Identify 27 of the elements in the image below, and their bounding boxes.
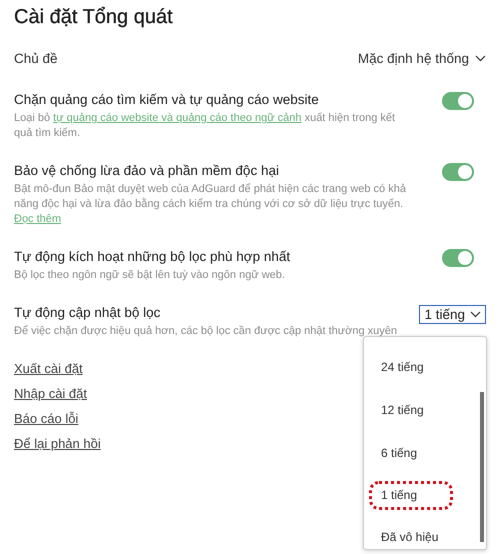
toggle-switch[interactable] <box>442 249 474 267</box>
page-title: Cài đặt Tổng quát <box>14 6 174 29</box>
toggle-switch[interactable] <box>442 92 474 110</box>
setting-label: Tự động cập nhật bộ lọc <box>14 305 162 320</box>
setting-label: Bảo vệ chống lừa đảo và phần mềm độc hại <box>14 163 280 178</box>
setting-description: Bật mô-đun Bảo mật duyệt web của AdGuard để phát hiện các trang web có khả năng độc hại và lừa đảo bằng cách kiểm tra chúng với cơ sở dữ liệu trực tuyến. Đọc thêm <box>14 182 407 227</box>
chevron-down-icon <box>475 55 486 62</box>
menu-item[interactable]: 24 tiếng <box>373 356 432 379</box>
action-link[interactable]: Xuất cài đặt <box>14 361 83 376</box>
menu-item[interactable]: Đã vô hiệu <box>373 526 446 549</box>
menu-item[interactable]: 1 tiếng <box>371 483 452 508</box>
scrollbar-thumb[interactable] <box>480 392 484 542</box>
menu-item[interactable]: 12 tiếng <box>373 399 432 422</box>
action-link[interactable]: Báo cáo lỗi <box>14 411 78 426</box>
toggle-switch[interactable] <box>442 163 474 181</box>
menu-item[interactable]: 6 tiếng <box>373 442 426 465</box>
chevron-down-icon <box>470 311 481 318</box>
setting-label: Tự động kích hoạt những bộ lọc phù hợp nhất <box>14 249 292 264</box>
setting-label: Chặn quảng cáo tìm kiếm và tự quảng cáo website <box>14 92 320 107</box>
setting-description: Bộ lọc theo ngôn ngữ sẽ bật lên tuỳ vào ngôn ngữ web. <box>14 268 286 283</box>
setting-description: Loại bỏ tự quảng cáo website và quảng cáo theo ngữ cảnh xuất hiện trong kết quả tìm kiếm. <box>14 111 396 141</box>
setting-label: Chủ đề <box>14 51 58 66</box>
action-link[interactable]: Để lại phản hồi <box>14 436 101 451</box>
setting-description: Để việc chặn được hiệu quả hơn, các bộ lọc cần được cập nhật thường xuyên <box>14 324 398 339</box>
action-link[interactable]: Nhập cài đặt <box>14 386 87 401</box>
update-interval-dropdown[interactable]: 1 tiếng <box>419 305 486 324</box>
theme-dropdown[interactable]: Mặc định hệ thống <box>358 51 486 66</box>
